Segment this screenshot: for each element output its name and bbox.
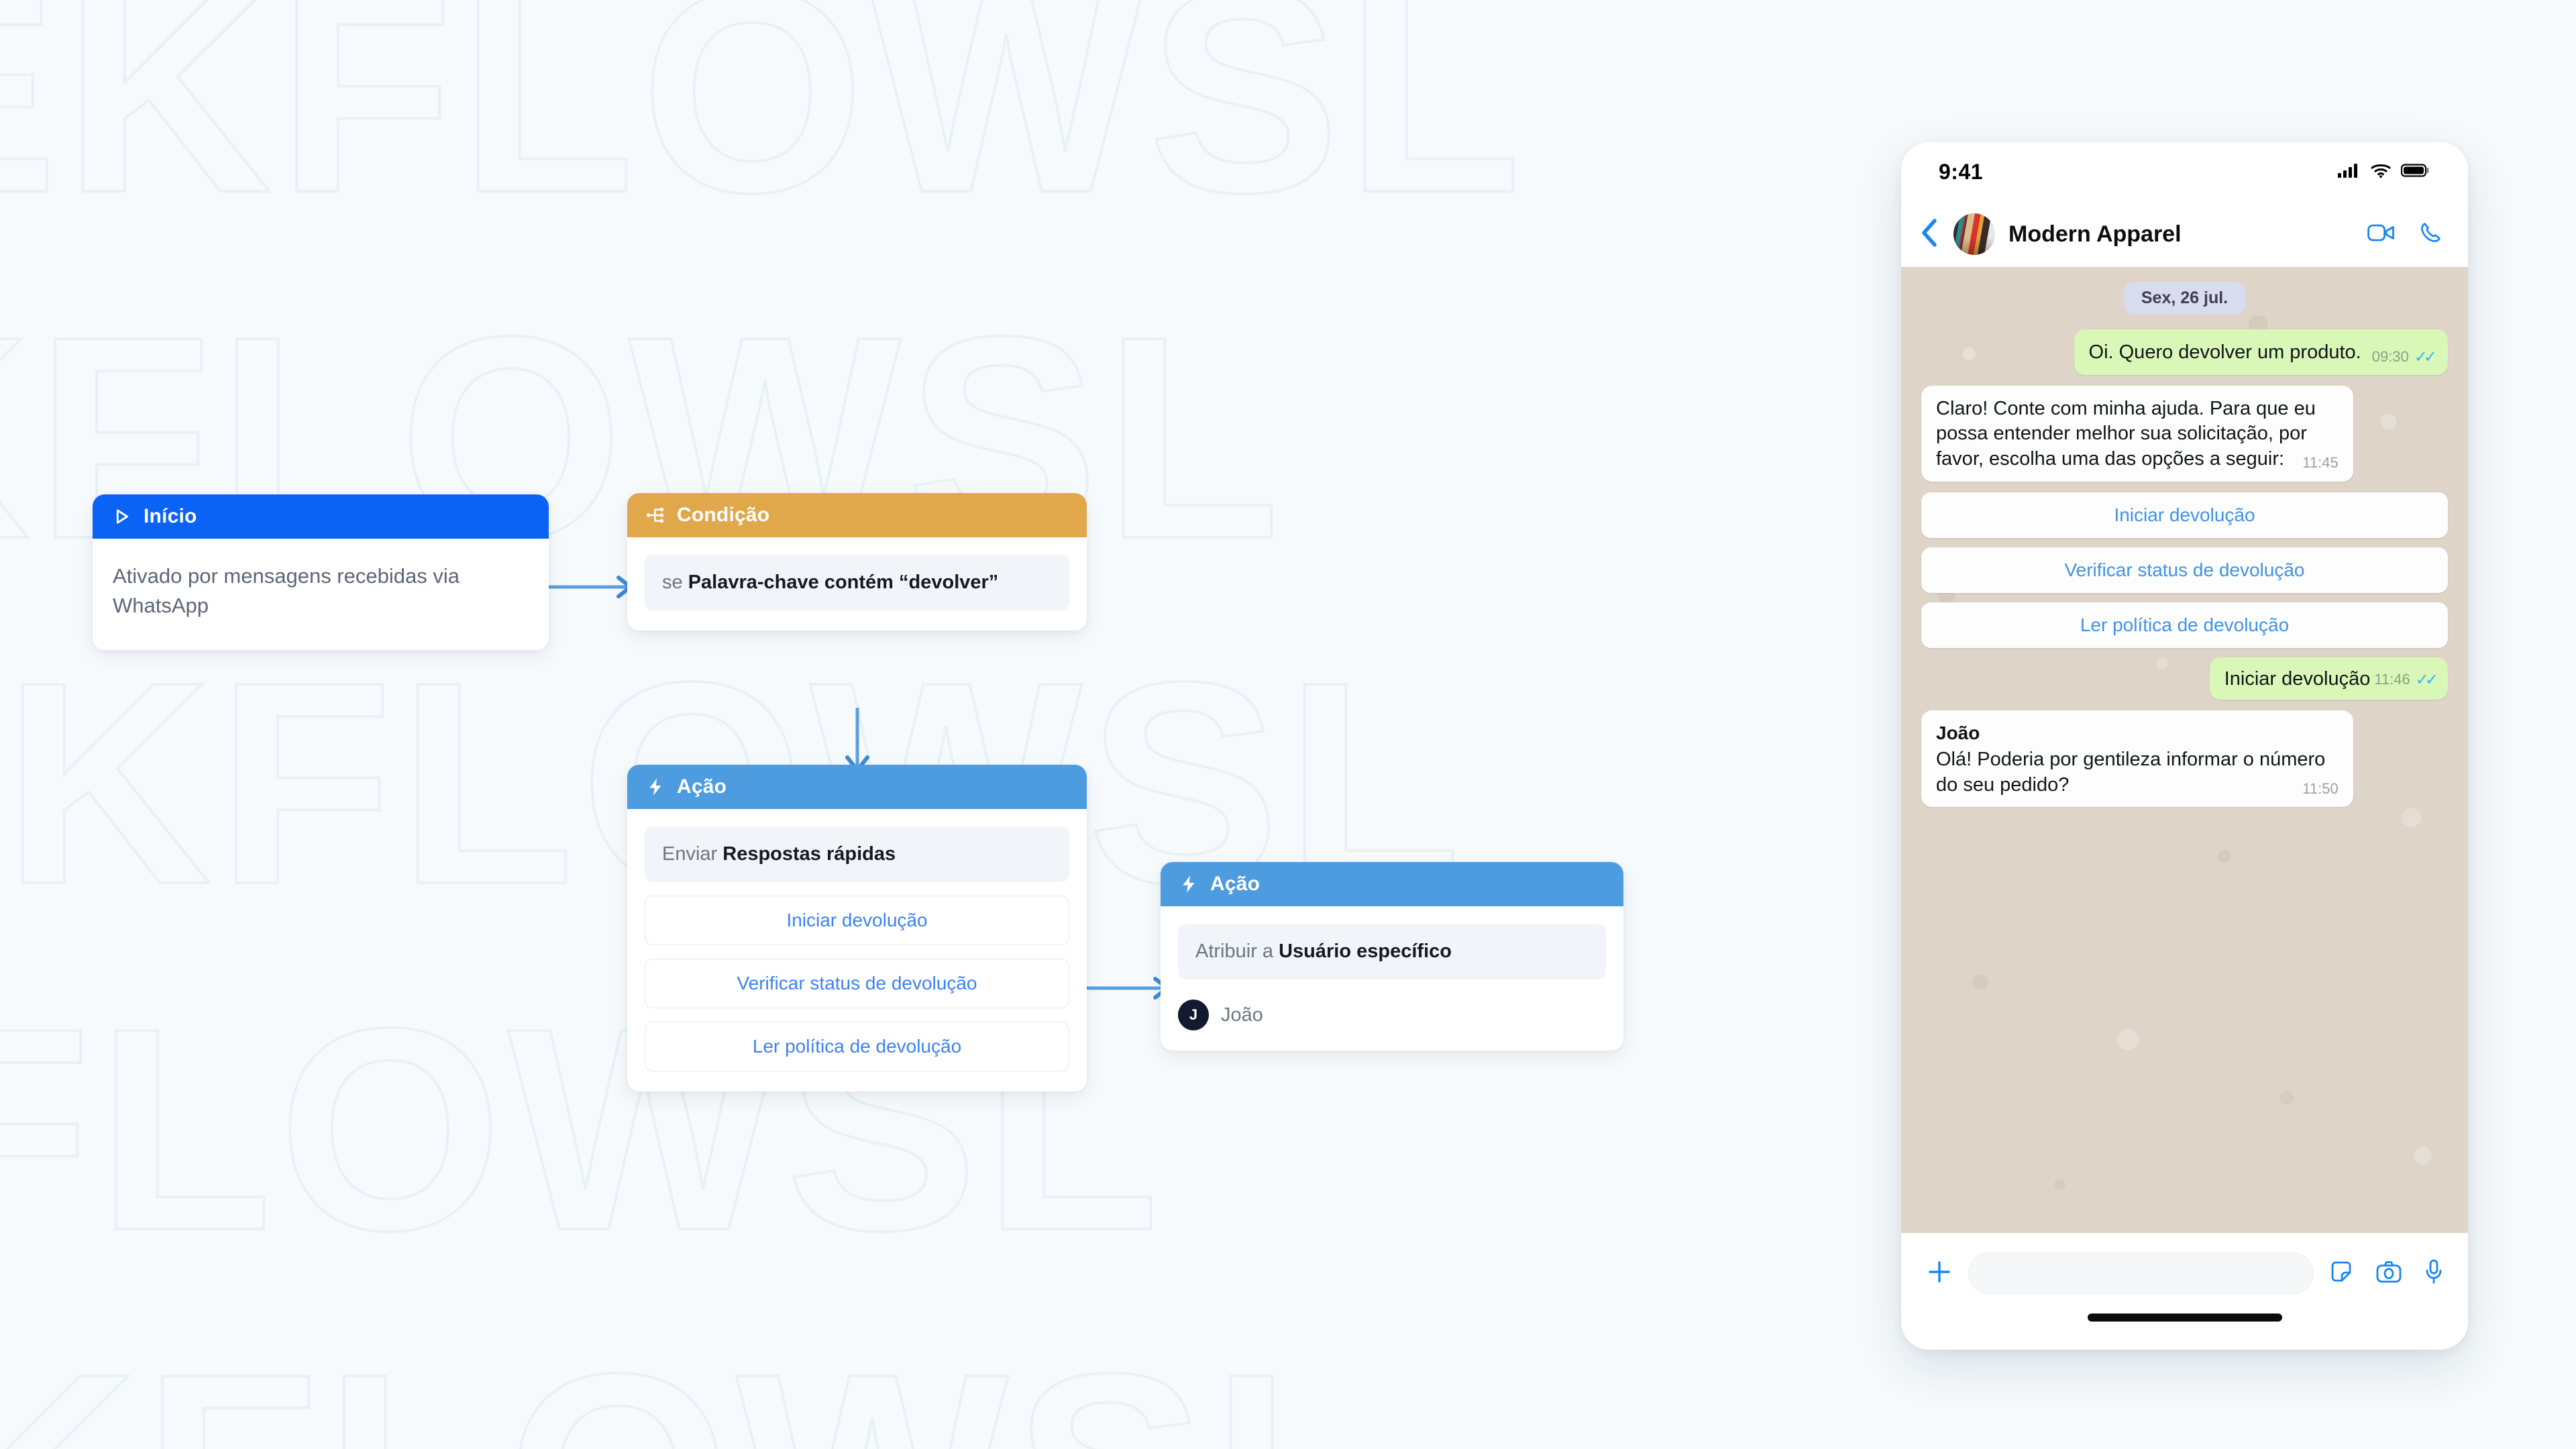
- chevron-left-icon[interactable]: [1920, 218, 1940, 251]
- action-prefix: Enviar: [662, 843, 723, 865]
- assignee-row[interactable]: J João: [1178, 1000, 1606, 1031]
- assignee-name: João: [1221, 1004, 1263, 1026]
- chat-message-list[interactable]: Sex, 26 jul. Oi. Quero devolver um produ…: [1901, 267, 2468, 1233]
- wifi-icon: [2370, 162, 2392, 182]
- cellular-signal-icon: [2338, 162, 2361, 182]
- node-header-action-assign: Ação: [1161, 862, 1623, 906]
- status-bar-time: 9:41: [1939, 159, 1984, 184]
- node-body-action-assign: Atribuir a Usuário específico J João: [1161, 906, 1623, 1051]
- node-body-start: Ativado por mensagens recebidas via What…: [93, 539, 549, 650]
- action-value: Respostas rápidas: [722, 843, 896, 865]
- condition-value: Palavra-chave contém “devolver”: [688, 572, 999, 593]
- input-bar-icons: [2328, 1258, 2444, 1289]
- node-body-action-quick-replies: Enviar Respostas rápidas Iniciar devoluç…: [627, 809, 1087, 1091]
- quick-reply-option-3[interactable]: Ler política de devolução: [645, 1022, 1069, 1072]
- chat-contact-name: Modern Apparel: [2008, 221, 2182, 247]
- message-text: Olá! Poderia por gentileza informar o nú…: [1936, 748, 2326, 796]
- battery-icon: [2400, 162, 2430, 182]
- camera-icon[interactable]: [2375, 1260, 2402, 1287]
- message-bubble-outgoing[interactable]: Oi. Quero devolver um produto. 09:30 ✓✓: [2074, 329, 2448, 375]
- chat-header: Modern Apparel: [1901, 201, 2468, 267]
- avatar: J: [1178, 1000, 1209, 1031]
- start-description: Ativado por mensagens recebidas via What…: [113, 564, 460, 618]
- message-meta: 11:50: [2302, 780, 2338, 799]
- message-time: 11:46: [2374, 671, 2410, 688]
- status-bar: 9:41: [1901, 142, 2468, 201]
- video-call-icon[interactable]: [2367, 223, 2396, 246]
- chat-quick-reply-3[interactable]: Ler política de devolução: [1921, 602, 2448, 648]
- message-time: 09:30: [2371, 348, 2409, 366]
- assign-value: Usuário específico: [1279, 941, 1452, 962]
- chat-header-actions: [2367, 221, 2443, 248]
- node-title-action-quick-replies: Ação: [677, 775, 727, 798]
- message-time: 11:50: [2302, 780, 2339, 797]
- node-header-condition: Condição: [627, 493, 1087, 537]
- message-text: Claro! Conte com minha ajuda. Para que e…: [1936, 397, 2316, 470]
- play-triangle-icon: [110, 505, 133, 528]
- node-header-start: Início: [93, 494, 549, 539]
- node-title-start: Início: [144, 505, 197, 527]
- quick-reply-option-2[interactable]: Verificar status de devolução: [645, 959, 1069, 1009]
- node-body-condition: se Palavra-chave contém “devolver”: [627, 537, 1087, 631]
- message-input-bar: [1901, 1233, 2468, 1313]
- message-bubble-incoming[interactable]: Claro! Conte com minha ajuda. Para que e…: [1921, 385, 2353, 482]
- chat-quick-reply-1[interactable]: Iniciar devolução: [1921, 492, 2448, 538]
- message-text: Oi. Quero devolver um produto.: [2088, 341, 2361, 363]
- flow-node-start[interactable]: Início Ativado por mensagens recebidas v…: [93, 494, 549, 651]
- node-title-condition: Condição: [677, 504, 770, 526]
- message-time: 11:45: [2302, 454, 2339, 472]
- read-receipt-icon: ✓✓: [2415, 670, 2438, 689]
- date-divider: Sex, 26 jul.: [2123, 282, 2246, 315]
- lightning-icon: [1178, 873, 1199, 895]
- read-receipt-icon: ✓✓: [2414, 348, 2437, 366]
- avatar[interactable]: [1953, 213, 1995, 255]
- message-bubble-incoming[interactable]: João Olá! Poderia por gentileza informar…: [1921, 710, 2353, 808]
- message-text: Iniciar devolução: [2224, 667, 2371, 690]
- assign-expression[interactable]: Atribuir a Usuário específico: [1178, 924, 1606, 980]
- lightning-icon: [645, 776, 666, 798]
- node-title-action-assign: Ação: [1210, 873, 1260, 895]
- flow-node-action-quick-replies[interactable]: Ação Enviar Respostas rápidas Iniciar de…: [627, 765, 1087, 1092]
- home-indicator: [1901, 1313, 2468, 1350]
- message-bubble-outgoing[interactable]: Iniciar devolução 11:46 ✓✓: [2209, 657, 2448, 700]
- app-canvas: EKFLOWSL EKFLOWSL EKFLOWSL EKFLOWSL EKFL…: [0, 0, 2576, 1449]
- node-header-action-quick-replies: Ação: [627, 765, 1087, 809]
- branch-icon: [645, 504, 666, 526]
- action-expression[interactable]: Enviar Respostas rápidas: [645, 826, 1069, 883]
- sticker-icon[interactable]: [2328, 1259, 2354, 1288]
- status-bar-icons: [2338, 162, 2430, 182]
- microphone-icon[interactable]: [2424, 1258, 2444, 1289]
- message-meta: 11:45: [2302, 453, 2338, 473]
- message-input[interactable]: [1968, 1252, 2314, 1294]
- plus-icon[interactable]: [1925, 1258, 1953, 1289]
- message-meta: 09:30 ✓✓: [2371, 347, 2437, 368]
- flow-node-condition[interactable]: Condição se Palavra-chave contém “devolv…: [627, 493, 1087, 631]
- assign-prefix: Atribuir a: [1195, 941, 1279, 962]
- message-sender-name: João: [1936, 722, 1980, 744]
- message-meta: 11:46 ✓✓: [2374, 669, 2438, 690]
- quick-reply-option-1[interactable]: Iniciar devolução: [645, 896, 1069, 946]
- phone-mockup: 9:41 Modern Apparel Sex, 26 jul. Oi. Que…: [1901, 142, 2468, 1350]
- voice-call-icon[interactable]: [2418, 221, 2443, 248]
- watermark-row: EKFLOWSL: [0, 1330, 2576, 1449]
- condition-prefix: se: [662, 572, 688, 593]
- flow-node-action-assign[interactable]: Ação Atribuir a Usuário específico J Joã…: [1161, 862, 1623, 1051]
- condition-expression[interactable]: se Palavra-chave contém “devolver”: [645, 555, 1069, 611]
- chat-quick-reply-2[interactable]: Verificar status de devolução: [1921, 547, 2448, 593]
- home-bar: [2087, 1313, 2282, 1322]
